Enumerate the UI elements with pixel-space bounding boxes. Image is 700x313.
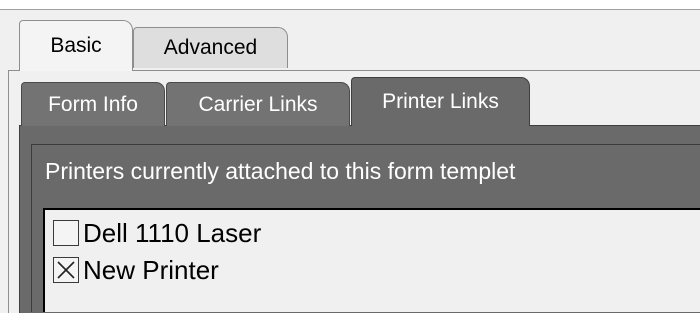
top-divider <box>0 0 700 10</box>
tab-printer-links[interactable]: Printer Links <box>351 77 530 128</box>
tab-carrier-links-label: Carrier Links <box>198 92 318 116</box>
unchecked-checkbox-icon[interactable] <box>53 220 79 246</box>
tab-printer-links-label: Printer Links <box>382 90 499 113</box>
tab-form-info[interactable]: Form Info <box>21 82 165 126</box>
printer-item-label: New Printer <box>83 254 219 285</box>
x-mark-icon <box>57 261 75 279</box>
printer-item-label: Dell 1110 Laser <box>83 217 262 248</box>
tab-basic-label: Basic <box>50 34 102 57</box>
printer-item-new-printer[interactable]: New Printer <box>53 255 219 285</box>
printer-item-dell-1110-laser[interactable]: Dell 1110 Laser <box>53 218 261 248</box>
tab-basic[interactable]: Basic <box>19 20 133 71</box>
tab-advanced-label: Advanced <box>163 36 258 59</box>
checked-checkbox-icon[interactable] <box>53 257 79 283</box>
printers-group-title: Printers currently attached to this form… <box>45 158 516 184</box>
tab-advanced[interactable]: Advanced <box>133 27 288 68</box>
tab-form-info-label: Form Info <box>48 92 138 116</box>
tab-carrier-links[interactable]: Carrier Links <box>166 82 350 126</box>
